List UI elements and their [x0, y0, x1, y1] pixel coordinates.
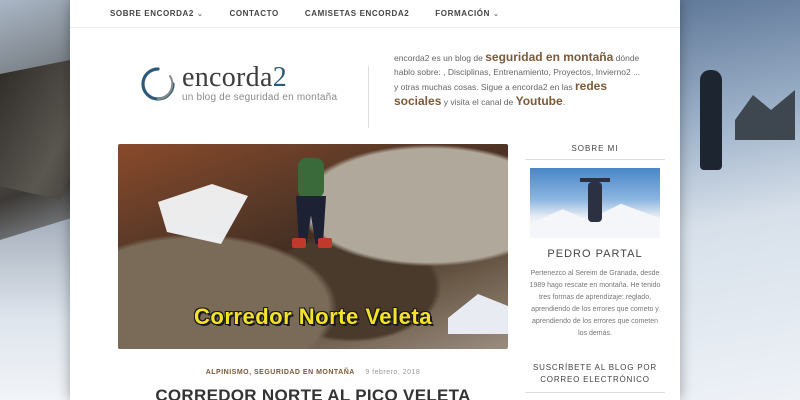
top-navigation: SOBRE ENCORDA2 ⌄ CONTACTO CAMISETAS ENCO…	[70, 0, 680, 28]
author-name: PEDRO PARTAL	[547, 248, 643, 260]
background-rocks	[735, 90, 795, 140]
subscribe-widget-title: SUSCRÍBETE AL BLOG POR CORREO ELECTRÓNIC…	[525, 362, 665, 393]
post-title[interactable]: CORREDOR NORTE AL PICO VELETA	[118, 386, 508, 400]
site-logo[interactable]: encorda2 un blog de seguridad en montaña	[140, 62, 337, 103]
nav-item-label: CAMISETAS ENCORDA2	[304, 9, 410, 18]
image-banner-text: Corredor Norte Veleta	[194, 304, 432, 329]
site-intro: encorda2 es un blog de seguridad en mont…	[394, 50, 641, 108]
author-bio: Pertenezco al Sereim de Granada, desde 1…	[529, 270, 661, 337]
post-date: 9 febrero, 2018	[365, 369, 421, 376]
brand-name: encorda2	[182, 62, 288, 93]
background-photo-right	[660, 0, 800, 400]
link-seguridad-en-montana[interactable]: seguridad en montaña	[485, 50, 613, 64]
sidebar: SOBRE MI PEDRO PARTAL Pertenezco al Sere…	[525, 144, 665, 393]
post-meta: ALPINISMO, SEGURIDAD EN MONTAÑA 9 febrer…	[118, 369, 508, 376]
nav-item-label: SOBRE ENCORDA2	[110, 9, 194, 18]
site-tagline: un blog de seguridad en montaña	[182, 92, 338, 103]
featured-image[interactable]: Corredor Norte Veleta	[118, 144, 508, 349]
nav-item-label: CONTACTO	[229, 9, 279, 18]
author-photo	[530, 168, 660, 238]
post-categories[interactable]: ALPINISMO, SEGURIDAD EN MONTAÑA	[206, 369, 355, 376]
site-header: encorda2 un blog de seguridad en montaña…	[70, 28, 680, 128]
background-climber	[700, 70, 722, 170]
nav-item-contacto[interactable]: CONTACTO	[229, 9, 278, 18]
chevron-down-icon: ⌄	[493, 10, 500, 18]
chevron-down-icon: ⌄	[196, 10, 204, 18]
logo-text: encorda2 un blog de seguridad en montaña	[182, 62, 337, 103]
blog-page: SOBRE ENCORDA2 ⌄ CONTACTO CAMISETAS ENCO…	[70, 0, 680, 400]
link-youtube[interactable]: Youtube	[516, 94, 563, 108]
about-widget-title: SOBRE MI	[525, 144, 665, 160]
header-divider	[368, 66, 369, 128]
nav-item-formacion[interactable]: FORMACIÓN ⌄	[435, 9, 499, 18]
nav-item-label: FORMACIÓN	[435, 9, 490, 18]
climber-figure	[288, 152, 334, 252]
nav-item-sobre-encorda2[interactable]: SOBRE ENCORDA2 ⌄	[110, 9, 203, 18]
logo-ring-icon	[140, 66, 176, 102]
nav-item-camisetas[interactable]: CAMISETAS ENCORDA2	[305, 9, 409, 18]
